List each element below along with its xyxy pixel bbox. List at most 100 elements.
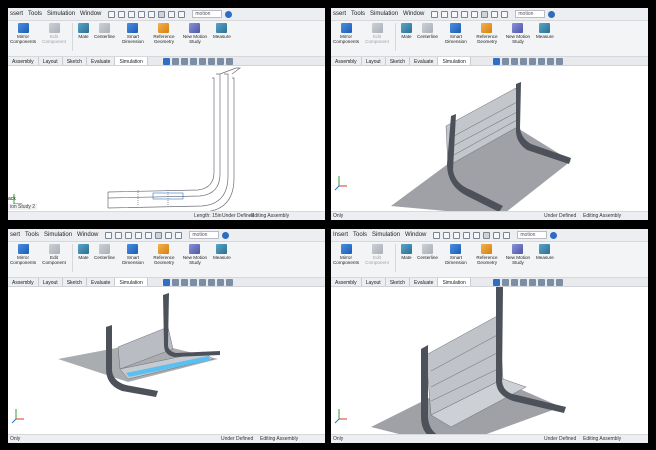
edit-component-button[interactable]: Edit Component (364, 23, 390, 44)
new-motion-study-button[interactable]: New Motion Study (505, 23, 531, 44)
menu-item[interactable]: Tools (353, 232, 367, 238)
hide-show-items-icon[interactable] (217, 279, 224, 286)
display-style-icon[interactable] (208, 279, 215, 286)
menu-item[interactable]: Simulation (370, 11, 398, 17)
centerline-button[interactable]: Centerline (417, 23, 438, 39)
previous-view-icon[interactable] (181, 58, 188, 65)
options-icon[interactable] (503, 231, 511, 239)
previous-view-icon[interactable] (511, 279, 518, 286)
search-input[interactable]: motion (189, 231, 220, 239)
edit-appearance-icon[interactable] (556, 279, 563, 286)
menu-item[interactable]: Tools (351, 11, 365, 17)
centerline-button[interactable]: Centerline (94, 244, 115, 260)
previous-view-icon[interactable] (181, 279, 188, 286)
save-icon[interactable] (453, 231, 461, 239)
hide-show-items-icon[interactable] (217, 58, 224, 65)
options-icon[interactable] (501, 10, 509, 18)
tab-evaluate[interactable]: Evaluate (87, 278, 116, 286)
print-icon[interactable] (461, 10, 469, 18)
measure-button[interactable]: Measure (213, 23, 231, 39)
new-document-icon[interactable] (433, 231, 441, 239)
edit-appearance-icon[interactable] (226, 279, 233, 286)
bench-assembly[interactable] (106, 293, 220, 397)
open-icon[interactable] (441, 10, 449, 18)
edit-component-button[interactable]: Edit Component (364, 244, 390, 265)
search-input[interactable]: motion (515, 10, 546, 18)
select-icon[interactable] (155, 231, 163, 239)
zoom-to-fit-icon[interactable] (493, 279, 500, 286)
reference-geometry-button[interactable]: Reference Geometry (151, 244, 177, 265)
edit-component-button[interactable]: Edit Component (41, 23, 67, 44)
tab-assembly[interactable]: Assembly (331, 278, 362, 286)
undo-icon[interactable] (148, 10, 156, 18)
section-view-icon[interactable] (190, 279, 197, 286)
tab-evaluate[interactable]: Evaluate (410, 57, 439, 65)
tab-layout[interactable]: Layout (38, 57, 63, 65)
tab-simulation[interactable]: Simulation (438, 57, 471, 65)
tab-layout[interactable]: Layout (361, 278, 386, 286)
view-orientation-icon[interactable] (529, 58, 536, 65)
open-icon[interactable] (115, 231, 123, 239)
graphics-area[interactable] (8, 287, 325, 434)
zoom-to-fit-icon[interactable] (493, 58, 500, 65)
section-view-icon[interactable] (520, 279, 527, 286)
menu-item[interactable]: Tools (28, 11, 42, 17)
section-view-icon[interactable] (520, 58, 527, 65)
search-input[interactable]: motion (192, 10, 223, 18)
edit-appearance-icon[interactable] (226, 58, 233, 65)
search-input[interactable]: motion (517, 231, 548, 239)
help-icon[interactable] (225, 10, 233, 18)
mirror-components-button[interactable]: Mirror Components (10, 23, 36, 44)
menu-item[interactable]: Simulation (372, 232, 400, 238)
edit-appearance-icon[interactable] (556, 58, 563, 65)
select-icon[interactable] (158, 10, 166, 18)
centerline-button[interactable]: Centerline (94, 23, 115, 39)
zoom-area-icon[interactable] (172, 58, 179, 65)
open-icon[interactable] (118, 10, 126, 18)
model-canvas[interactable] (331, 287, 648, 434)
view-orientation-icon[interactable] (199, 279, 206, 286)
zoom-to-fit-icon[interactable] (163, 279, 170, 286)
tab-sketch[interactable]: Sketch (62, 278, 87, 286)
new-document-icon[interactable] (108, 10, 116, 18)
undo-icon[interactable] (471, 10, 479, 18)
measure-button[interactable]: Measure (536, 244, 554, 260)
save-icon[interactable] (125, 231, 133, 239)
tab-sketch[interactable]: Sketch (62, 57, 87, 65)
smart-dimension-button[interactable]: Smart Dimension (443, 244, 469, 265)
measure-button[interactable]: Measure (536, 23, 554, 39)
graphics-area[interactable] (331, 66, 648, 211)
rebuild-icon[interactable] (491, 10, 499, 18)
motion-study-tab[interactable]: ion Study 2 (8, 204, 38, 210)
mirror-components-button[interactable]: Mirror Components (10, 244, 36, 265)
print-icon[interactable] (135, 231, 143, 239)
mate-button[interactable]: Mate (78, 244, 89, 260)
mate-button[interactable]: Mate (401, 244, 412, 260)
new-motion-study-button[interactable]: New Motion Study (505, 244, 531, 265)
section-view-icon[interactable] (190, 58, 197, 65)
mate-button[interactable]: Mate (401, 23, 412, 39)
mirror-components-button[interactable]: Mirror Components (333, 23, 359, 44)
view-orientation-icon[interactable] (199, 58, 206, 65)
graphics-area[interactable] (8, 66, 325, 211)
model-canvas[interactable] (331, 66, 648, 211)
new-document-icon[interactable] (431, 10, 439, 18)
feature-tree-item[interactable]: ack (8, 196, 16, 202)
undo-icon[interactable] (473, 231, 481, 239)
menu-item[interactable]: Tools (25, 232, 39, 238)
hide-show-items-icon[interactable] (547, 279, 554, 286)
mirror-components-button[interactable]: Mirror Components (333, 244, 359, 265)
edit-component-button[interactable]: Edit Component (41, 244, 67, 265)
menu-item[interactable]: Window (405, 232, 426, 238)
tab-assembly[interactable]: Assembly (8, 278, 39, 286)
tab-simulation[interactable]: Simulation (115, 278, 148, 286)
print-icon[interactable] (138, 10, 146, 18)
new-motion-study-button[interactable]: New Motion Study (182, 23, 208, 44)
centerline-button[interactable]: Centerline (417, 244, 438, 260)
tab-sketch[interactable]: Sketch (385, 278, 410, 286)
tab-assembly[interactable]: Assembly (8, 57, 39, 65)
help-icon[interactable] (550, 231, 558, 239)
graphics-area[interactable] (331, 287, 648, 434)
smart-dimension-button[interactable]: Smart Dimension (120, 23, 146, 44)
zoom-area-icon[interactable] (502, 58, 509, 65)
